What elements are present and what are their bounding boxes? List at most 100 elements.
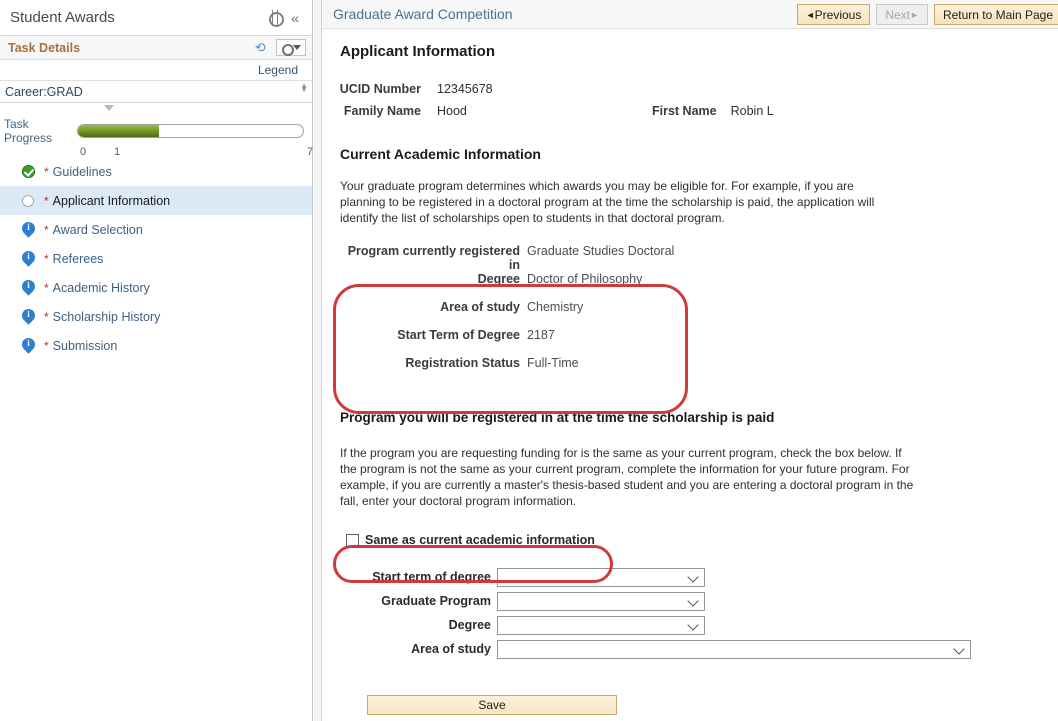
select-start-term-of-degree[interactable] — [497, 568, 705, 587]
empty-circle-icon-glyph — [22, 195, 34, 207]
progress-tick-max: 7 — [307, 146, 313, 158]
legend-row: Legend — [0, 60, 312, 81]
form-row: Area of study — [337, 637, 1058, 661]
legend-link[interactable]: Legend — [258, 63, 298, 77]
sidebar-item-academic-history[interactable]: * Academic History — [0, 273, 312, 302]
current-academic-label: Start Term of Degree — [345, 328, 527, 342]
current-academic-value: Doctor of Philosophy — [527, 272, 642, 286]
sidebar-item-label: Award Selection — [53, 223, 143, 237]
return-button-label: Return to Main Page — [943, 8, 1053, 22]
sidebar-item-guidelines[interactable]: *Guidelines — [0, 157, 312, 186]
career-row[interactable]: Career:GRAD ▲▼ — [0, 81, 312, 103]
toolbar-buttons: ◄Previous Next► Return to Main Page — [797, 4, 1058, 25]
info-pin-icon — [22, 309, 44, 325]
ucid-row: UCID Number 12345678 — [337, 82, 1058, 96]
info-pin-icon — [22, 338, 44, 354]
current-academic-row: DegreeDoctor of Philosophy — [345, 272, 1058, 300]
sidebar-task-list: *Guidelines * Applicant Information * Award … — [0, 157, 312, 360]
chevron-down-icon — [689, 597, 698, 602]
current-academic-row: Registration StatusFull-Time — [345, 356, 1058, 384]
current-academic-value: Chemistry — [527, 300, 583, 314]
sidebar-item-submission[interactable]: * Submission — [0, 331, 312, 360]
task-details-header: Task Details ⟳ — [0, 36, 312, 60]
refresh-icon[interactable]: ⟳ — [255, 40, 266, 56]
gear-dropdown-icon[interactable] — [276, 39, 306, 56]
field-label: Graduate Program — [337, 594, 497, 608]
field-label: Area of study — [337, 642, 497, 656]
required-asterisk: * — [44, 281, 49, 295]
breadcrumb: Graduate Award Competition — [333, 6, 513, 22]
sidebar-item-applicant-information[interactable]: * Applicant Information — [0, 186, 312, 215]
current-academic-row: Start Term of Degree2187 — [345, 328, 1058, 356]
progress-marker-icon — [104, 105, 114, 111]
progress-tick-min: 0 — [80, 146, 86, 158]
sidebar-item-scholarship-history[interactable]: * Scholarship History — [0, 302, 312, 331]
next-button-label: Next — [885, 8, 910, 22]
current-academic-value: 2187 — [527, 328, 555, 342]
chevron-down-icon — [689, 573, 698, 578]
current-academic-value: Full-Time — [527, 356, 579, 370]
sidebar-item-label: Referees — [53, 252, 104, 266]
required-asterisk: * — [44, 310, 49, 324]
empty-circle-icon — [22, 193, 44, 209]
task-progress-label: Task Progress — [4, 117, 77, 145]
future-program-form: Start term of degree Graduate Program Degr… — [337, 565, 1058, 661]
current-academic-label: Area of study — [345, 300, 527, 314]
ucid-label: UCID Number — [337, 82, 421, 96]
expand-collapse-icon[interactable]: ▲▼ — [300, 84, 308, 92]
application-window: Student Awards « Task Details ⟳ Legend C… — [0, 0, 1058, 721]
current-academic-info-block: Program currently registered inGraduate … — [337, 244, 1058, 384]
sidebar-divider — [314, 0, 322, 721]
form-row: Degree — [337, 613, 1058, 637]
form-row: Start term of degree — [337, 565, 1058, 589]
select-graduate-program[interactable] — [497, 592, 705, 611]
first-name-value: Robin L — [731, 104, 774, 118]
sidebar-header: Student Awards « — [0, 0, 312, 36]
family-name-label: Family Name — [337, 104, 421, 118]
current-academic-label: Registration Status — [345, 356, 527, 370]
info-pin-icon-glyph — [22, 309, 35, 324]
required-asterisk: * — [44, 223, 49, 237]
next-button: Next► — [876, 4, 928, 25]
sidebar-item-label: Submission — [53, 339, 118, 353]
sidebar-item-label: Academic History — [53, 281, 150, 295]
chevron-down-icon — [689, 621, 698, 626]
same-as-current-checkbox-row[interactable]: Same as current academic information — [346, 533, 1058, 547]
previous-button[interactable]: ◄Previous — [797, 4, 871, 25]
task-progress-fill — [78, 125, 159, 137]
required-asterisk: * — [44, 339, 49, 353]
chevron-double-left-icon[interactable]: « — [284, 8, 304, 28]
return-to-main-page-button[interactable]: Return to Main Page — [934, 4, 1058, 25]
required-asterisk: * — [44, 194, 49, 208]
family-name-value: Hood — [437, 104, 652, 118]
previous-button-label: Previous — [815, 8, 862, 22]
same-as-current-checkbox-label: Same as current academic information — [365, 533, 595, 547]
sidebar-item-award-selection[interactable]: * Award Selection — [0, 215, 312, 244]
career-label: Career:GRAD — [5, 85, 83, 99]
progress-tick-current: 1 — [114, 146, 120, 158]
select-degree[interactable] — [497, 616, 705, 635]
future-program-heading: Program you will be registered in at the… — [340, 410, 1058, 425]
future-program-description: If the program you are requesting fundin… — [340, 445, 915, 509]
current-academic-value: Graduate Studies Doctoral — [527, 244, 674, 258]
sidebar-item-label: Applicant Information — [53, 194, 170, 208]
sidebar-title: Student Awards — [10, 9, 264, 26]
save-button-wrapper: Save — [367, 695, 1058, 715]
ucid-value: 12345678 — [437, 82, 493, 96]
field-label: Degree — [337, 618, 497, 632]
first-name-label: First Name — [652, 104, 717, 118]
sidebar-item-referees[interactable]: *Referees — [0, 244, 312, 273]
sidebar: Student Awards « Task Details ⟳ Legend C… — [0, 0, 313, 721]
current-academic-row: Area of studyChemistry — [345, 300, 1058, 328]
sidebar-item-label: Scholarship History — [53, 310, 161, 324]
task-progress-bar — [77, 124, 304, 138]
select-area-of-study[interactable] — [497, 640, 971, 659]
task-progress-section: Task Progress 0 1 7 — [0, 103, 312, 153]
gear-icon[interactable] — [264, 8, 284, 28]
info-pin-icon — [22, 222, 44, 238]
left-arrow-icon: ◄ — [806, 10, 815, 20]
info-pin-icon-glyph — [22, 280, 35, 295]
current-academic-label: Degree — [345, 272, 527, 286]
same-as-current-checkbox[interactable] — [346, 534, 359, 547]
save-button[interactable]: Save — [367, 695, 617, 715]
